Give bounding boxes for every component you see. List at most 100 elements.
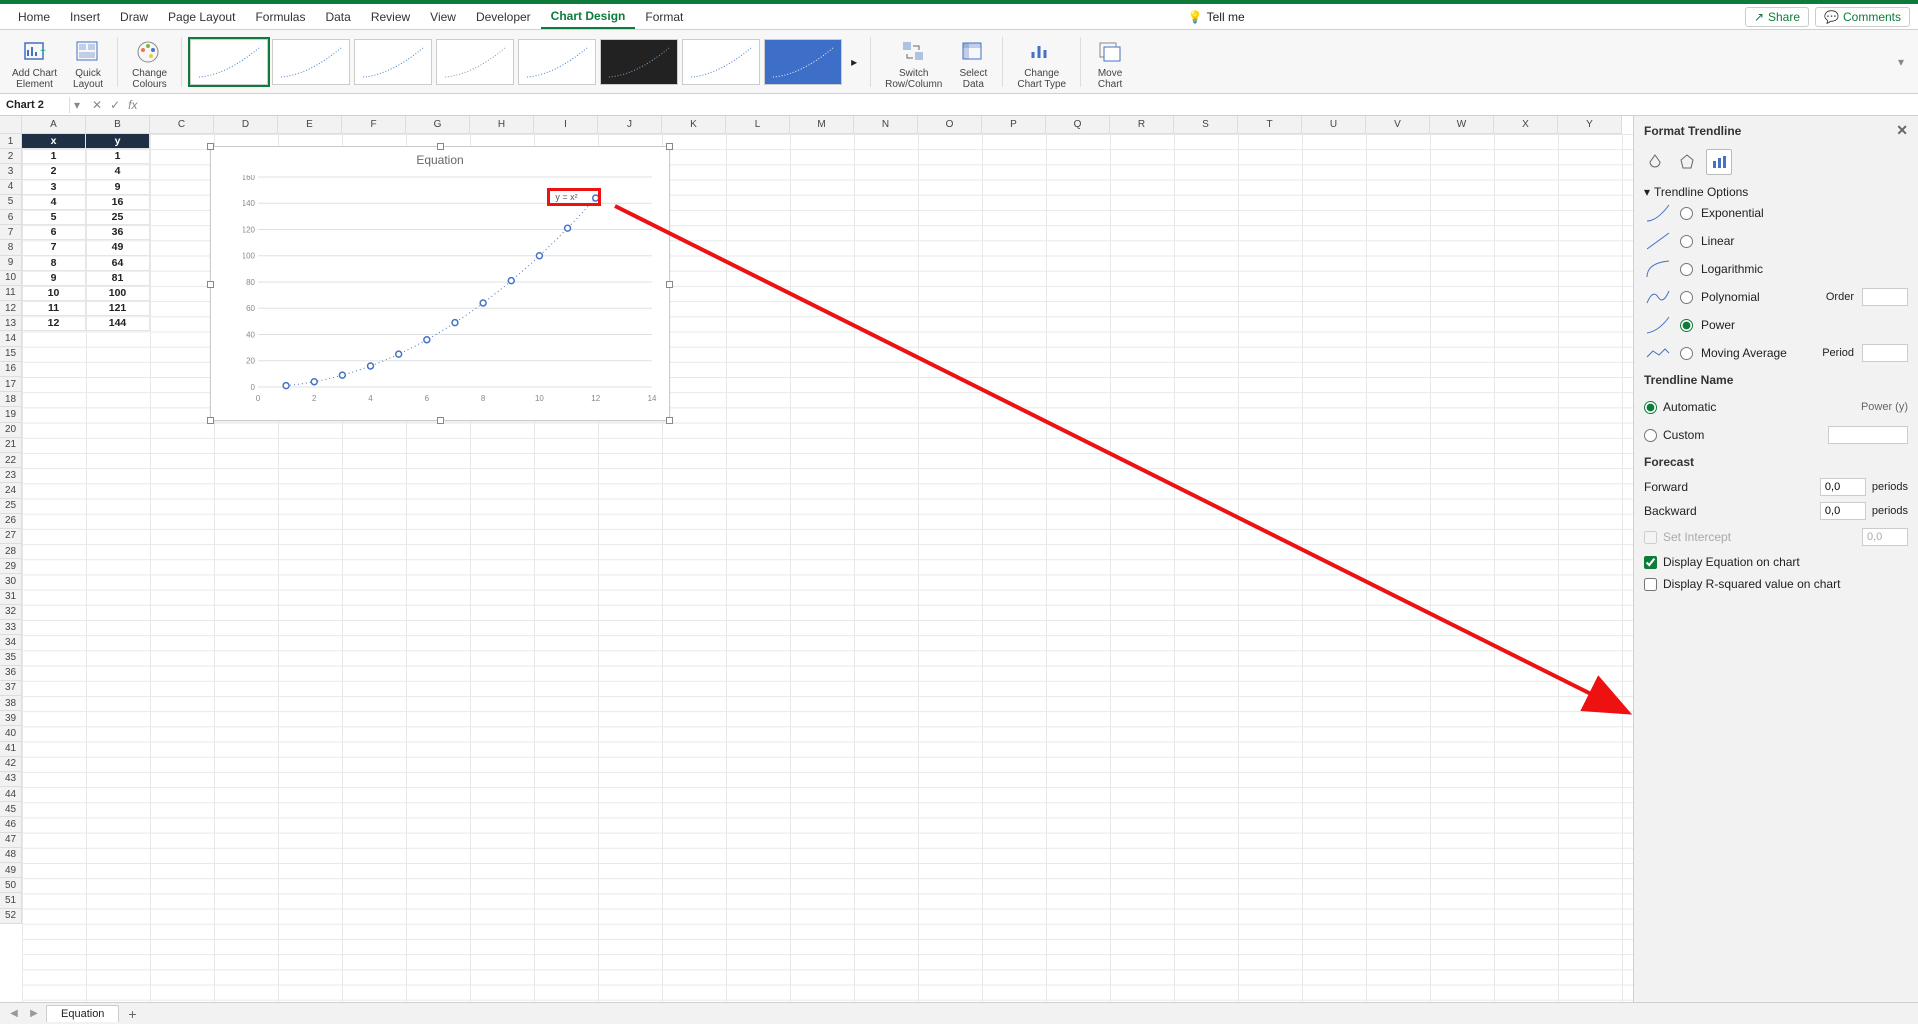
ribbon-tab-page-layout[interactable]: Page Layout	[158, 6, 245, 28]
row-header[interactable]: 28	[0, 544, 22, 559]
data-cell[interactable]: 12	[22, 316, 86, 331]
resize-handle[interactable]	[666, 143, 673, 150]
data-cell[interactable]: 49	[86, 240, 150, 255]
row-header[interactable]: 5	[0, 195, 22, 210]
data-cell[interactable]: 25	[86, 210, 150, 225]
data-cell[interactable]: 4	[22, 195, 86, 210]
row-header[interactable]: 23	[0, 468, 22, 483]
resize-handle[interactable]	[207, 143, 214, 150]
ribbon-collapse-icon[interactable]: ▾	[1890, 55, 1912, 69]
exponential-radio[interactable]	[1680, 207, 1693, 220]
tell-me[interactable]: Tell me	[1207, 10, 1245, 24]
ribbon-tab-data[interactable]: Data	[315, 6, 360, 28]
row-header[interactable]: 40	[0, 726, 22, 741]
row-header[interactable]: 21	[0, 438, 22, 453]
style-thumb-1[interactable]	[190, 39, 268, 85]
pane-tab-fill[interactable]	[1642, 149, 1668, 175]
logarithmic-radio[interactable]	[1680, 263, 1693, 276]
row-header[interactable]: 42	[0, 757, 22, 772]
custom-name-input[interactable]	[1828, 426, 1908, 444]
column-header[interactable]: X	[1494, 116, 1558, 134]
resize-handle[interactable]	[207, 417, 214, 424]
column-header[interactable]: S	[1174, 116, 1238, 134]
ribbon-tab-draw[interactable]: Draw	[110, 6, 158, 28]
ribbon-tab-developer[interactable]: Developer	[466, 6, 541, 28]
power-radio[interactable]	[1680, 319, 1693, 332]
column-header[interactable]: L	[726, 116, 790, 134]
column-header[interactable]: J	[598, 116, 662, 134]
column-header[interactable]: T	[1238, 116, 1302, 134]
row-header[interactable]: 32	[0, 605, 22, 620]
data-cell[interactable]: 9	[86, 180, 150, 195]
trendline-type-exponential[interactable]: Exponential	[1644, 199, 1908, 227]
column-header[interactable]: G	[406, 116, 470, 134]
data-cell[interactable]: 144	[86, 316, 150, 331]
trendline-equation-label[interactable]: y = x²	[555, 192, 577, 202]
style-thumb-4[interactable]	[436, 39, 514, 85]
period-input[interactable]	[1862, 344, 1908, 362]
row-header[interactable]: 46	[0, 817, 22, 832]
row-header[interactable]: 11	[0, 286, 22, 301]
row-header[interactable]: 22	[0, 453, 22, 468]
row-header[interactable]: 51	[0, 893, 22, 908]
row-header[interactable]: 14	[0, 331, 22, 346]
column-header[interactable]: C	[150, 116, 214, 134]
add-sheet-button[interactable]: +	[123, 1005, 141, 1023]
linear-radio[interactable]	[1680, 235, 1693, 248]
move-chart-button[interactable]: Move Chart	[1089, 32, 1131, 92]
row-header[interactable]: 24	[0, 483, 22, 498]
data-cell[interactable]: 16	[86, 195, 150, 210]
column-header[interactable]: B	[86, 116, 150, 134]
add-chart-element-button[interactable]: + Add Chart Element	[6, 32, 63, 92]
row-header[interactable]: 10	[0, 271, 22, 286]
cancel-fx-icon[interactable]: ✕	[92, 98, 102, 112]
row-header[interactable]: 16	[0, 362, 22, 377]
row-header[interactable]: 36	[0, 666, 22, 681]
row-header[interactable]: 4	[0, 180, 22, 195]
row-header[interactable]: 8	[0, 240, 22, 255]
embedded-chart[interactable]: Equation 0204060801001201401600246810121…	[210, 146, 670, 421]
switch-row-column-button[interactable]: Switch Row/Column	[879, 32, 948, 92]
trendline-type-moving-average[interactable]: Moving Average Period	[1644, 339, 1908, 367]
ribbon-tab-chart-design[interactable]: Chart Design	[541, 5, 636, 29]
tell-me-icon[interactable]: 💡	[1188, 10, 1203, 24]
row-header[interactable]: 30	[0, 574, 22, 589]
data-cell[interactable]: 8	[22, 256, 86, 271]
row-header[interactable]: 34	[0, 635, 22, 650]
backward-input[interactable]	[1820, 502, 1866, 520]
style-thumb-5[interactable]	[518, 39, 596, 85]
row-header[interactable]: 52	[0, 909, 22, 924]
header-cell[interactable]: y	[86, 134, 150, 149]
row-header[interactable]: 47	[0, 833, 22, 848]
column-header[interactable]: D	[214, 116, 278, 134]
data-cell[interactable]: 100	[86, 286, 150, 301]
row-header[interactable]: 6	[0, 210, 22, 225]
row-header[interactable]: 2	[0, 149, 22, 164]
enter-fx-icon[interactable]: ✓	[110, 98, 120, 112]
data-cell[interactable]: 10	[22, 286, 86, 301]
name-box[interactable]: Chart 2	[0, 97, 70, 113]
column-header[interactable]: H	[470, 116, 534, 134]
row-header[interactable]: 12	[0, 301, 22, 316]
select-all-corner[interactable]	[0, 116, 22, 134]
share-button[interactable]: ↗ Share	[1745, 7, 1809, 27]
row-header[interactable]: 44	[0, 787, 22, 802]
sheet-tab-equation[interactable]: Equation	[46, 1005, 119, 1022]
resize-handle[interactable]	[666, 281, 673, 288]
header-cell[interactable]: x	[22, 134, 86, 149]
spreadsheet-grid[interactable]: ABCDEFGHIJKLMNOPQRSTUVWXY 12345678910111…	[0, 116, 1633, 1002]
display-r2-option[interactable]: Display R-squared value on chart	[1644, 573, 1908, 595]
column-header[interactable]: O	[918, 116, 982, 134]
column-header[interactable]: V	[1366, 116, 1430, 134]
row-header[interactable]: 43	[0, 772, 22, 787]
style-thumb-8[interactable]	[764, 39, 842, 85]
order-input[interactable]	[1862, 288, 1908, 306]
style-thumb-3[interactable]	[354, 39, 432, 85]
row-header[interactable]: 38	[0, 696, 22, 711]
row-header[interactable]: 37	[0, 681, 22, 696]
comments-button[interactable]: 💬 Comments	[1815, 7, 1910, 27]
data-cell[interactable]: 3	[22, 180, 86, 195]
row-header[interactable]: 19	[0, 407, 22, 422]
chart-plot-area[interactable]: 02040608010012014016002468101214	[243, 175, 657, 403]
display-equation-option[interactable]: Display Equation on chart	[1644, 551, 1908, 573]
